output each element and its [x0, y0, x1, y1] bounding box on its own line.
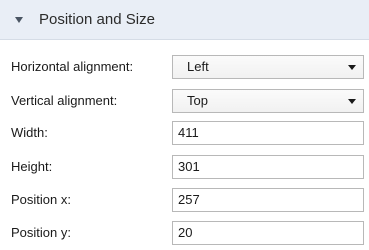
vertical-alignment-row: Vertical alignment: Top [0, 89, 369, 113]
vertical-alignment-label: Vertical alignment: [11, 93, 118, 108]
position-x-value: 257 [178, 192, 200, 207]
width-value: 411 [178, 125, 199, 140]
width-label: Width: [11, 125, 48, 140]
width-row: Width: 411 [0, 121, 369, 145]
position-x-label: Position x: [11, 192, 71, 207]
vertical-alignment-dropdown[interactable]: Top [172, 89, 364, 113]
width-input[interactable]: 411 [172, 121, 364, 145]
position-y-input[interactable]: 20 [172, 221, 364, 245]
chevron-down-icon[interactable] [348, 99, 356, 104]
horizontal-alignment-label: Horizontal alignment: [11, 59, 134, 74]
position-y-value: 20 [178, 225, 193, 240]
height-row: Height: 301 [0, 155, 369, 179]
horizontal-alignment-value: Left [187, 59, 209, 74]
section-title: Position and Size [39, 11, 155, 28]
height-label: Height: [11, 159, 53, 174]
position-y-row: Position y: 20 [0, 221, 369, 245]
section-header-position-and-size[interactable]: Position and Size [0, 0, 369, 40]
position-x-input[interactable]: 257 [172, 188, 364, 212]
horizontal-alignment-dropdown[interactable]: Left [172, 55, 364, 79]
height-value: 301 [178, 159, 200, 174]
height-input[interactable]: 301 [172, 155, 364, 179]
horizontal-alignment-row: Horizontal alignment: Left [0, 55, 369, 79]
collapse-arrow-icon[interactable] [15, 16, 23, 23]
position-y-label: Position y: [11, 225, 71, 240]
chevron-down-icon[interactable] [348, 65, 356, 70]
vertical-alignment-value: Top [187, 93, 208, 108]
position-x-row: Position x: 257 [0, 188, 369, 212]
position-and-size-panel: Position and Size Horizontal alignment: … [0, 0, 369, 250]
